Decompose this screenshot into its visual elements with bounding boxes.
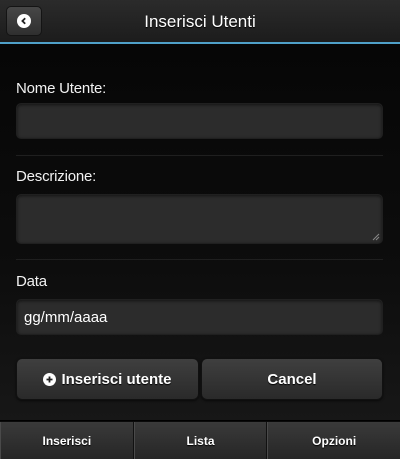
username-label: Nome Utente:	[16, 80, 107, 97]
nav-item-lista[interactable]: Lista	[133, 422, 268, 459]
header-bar: Inserisci Utenti	[0, 0, 400, 44]
insert-user-label: Inserisci utente	[61, 370, 172, 388]
insert-user-button[interactable]: Inserisci utente	[16, 358, 199, 400]
description-label: Descrizione:	[16, 168, 97, 185]
description-field[interactable]	[16, 194, 383, 244]
date-field[interactable]: gg/mm/aaaa	[16, 299, 383, 335]
nav-label: Inserisci	[42, 433, 92, 448]
nav-label: Lista	[186, 433, 215, 448]
bottom-navbar: Inserisci Lista Opzioni	[0, 421, 400, 459]
cancel-button[interactable]: Cancel	[201, 358, 383, 400]
page-title: Inserisci Utenti	[144, 12, 256, 31]
plus-circle-icon	[43, 372, 57, 386]
resize-grip-icon[interactable]	[372, 233, 380, 241]
divider	[16, 155, 383, 156]
date-label: Data	[16, 273, 47, 290]
divider	[16, 259, 383, 260]
cancel-label: Cancel	[267, 370, 317, 388]
username-field[interactable]	[16, 103, 383, 139]
nav-item-opzioni[interactable]: Opzioni	[267, 422, 400, 459]
nav-label: Opzioni	[312, 433, 357, 448]
date-value: gg/mm/aaaa	[24, 309, 108, 326]
nav-item-inserisci[interactable]: Inserisci	[0, 422, 134, 459]
